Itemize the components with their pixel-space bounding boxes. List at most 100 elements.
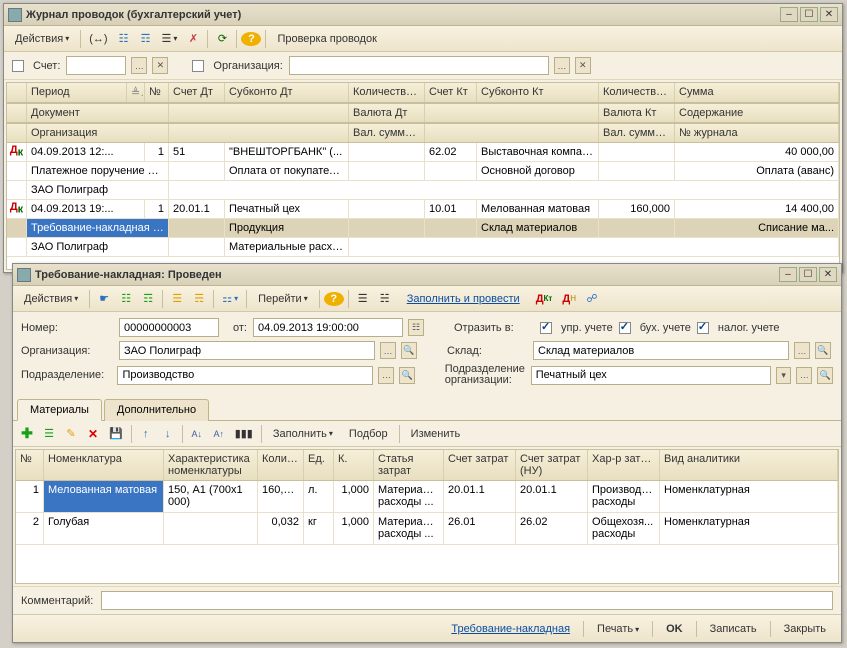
list-icon[interactable]: ☰ <box>353 289 373 309</box>
interval-button[interactable]: (↔) <box>85 29 111 49</box>
col-num[interactable]: № <box>16 450 44 480</box>
change-button[interactable]: Изменить <box>404 424 468 444</box>
warehouse-search-button[interactable]: 🔍 <box>815 342 831 359</box>
sort-desc-icon[interactable]: A↑ <box>209 424 229 444</box>
col-acc-kt[interactable]: Счет Кт <box>425 83 477 102</box>
fill-and-post-link[interactable]: Заполнить и провести <box>407 293 520 305</box>
col-content[interactable]: Содержание <box>675 104 839 122</box>
col-vsum-dt[interactable]: Вал. сумма ... <box>349 124 425 142</box>
ok-button[interactable]: OK <box>657 619 692 639</box>
account-select-button[interactable]: … <box>131 57 147 74</box>
comment-input[interactable] <box>101 591 833 610</box>
col-org[interactable]: Организация <box>27 124 169 142</box>
col-sub-dt[interactable]: Субконто Дт <box>225 83 349 102</box>
col-sum[interactable]: Сумма <box>675 83 839 102</box>
table-row[interactable]: Платежное поручение вхо... Оплата от пок… <box>7 162 839 181</box>
close-button[interactable]: ✕ <box>819 267 837 282</box>
sort-asc-icon[interactable]: A↓ <box>187 424 207 444</box>
tree-icon[interactable]: ☵ <box>375 289 395 309</box>
help-icon[interactable]: ? <box>241 32 261 46</box>
warehouse-select-button[interactable]: … <box>794 342 810 359</box>
account-input[interactable] <box>66 56 126 75</box>
account-checkbox[interactable] <box>12 60 24 72</box>
close-button[interactable]: Закрыть <box>775 619 835 639</box>
org-select-button[interactable]: … <box>380 342 396 359</box>
maximize-button[interactable]: ☐ <box>799 267 817 282</box>
col-qty-dt[interactable]: Количество ... <box>349 83 425 102</box>
dept-org-select-button[interactable]: … <box>796 367 812 384</box>
table-row[interactable]: ЗАО Полиграф Материальные расхо... <box>7 238 839 257</box>
dept-org-input[interactable]: Печатный цех <box>531 366 771 385</box>
table-row[interactable]: Требование-накладная 0... Продукция Скла… <box>7 219 839 238</box>
print-button[interactable]: Печать <box>588 619 648 639</box>
col-vsum-kt[interactable]: Вал. сумма ... <box>599 124 675 142</box>
fill-menu[interactable]: Заполнить <box>266 424 340 444</box>
col-k[interactable]: К. <box>334 450 374 480</box>
actions-menu[interactable]: Действия <box>8 29 76 49</box>
tax-checkbox[interactable] <box>697 322 709 334</box>
selection-icon[interactable]: ☰ <box>158 29 182 49</box>
journal-grid[interactable]: Период ≜ № Счет Дт Субконто Дт Количеств… <box>6 82 840 270</box>
post-close-icon[interactable]: ☶ <box>138 289 158 309</box>
filter-icon[interactable]: ☶ <box>136 29 156 49</box>
materials-grid[interactable]: № Номенклатура Характеристика номенклату… <box>15 449 839 584</box>
tab-extra[interactable]: Дополнительно <box>104 399 209 421</box>
dtkt-icon[interactable]: ДКт <box>532 289 557 309</box>
help-icon[interactable]: ? <box>324 292 344 306</box>
dept-input[interactable]: Производство <box>117 366 373 385</box>
table-row[interactable]: 1 Мелованная матовая 150, А1 (700х1 000)… <box>16 481 838 513</box>
account-clear-button[interactable]: ✕ <box>152 57 168 74</box>
col-article[interactable]: Статья затрат <box>374 450 444 480</box>
col-val-kt[interactable]: Валюта Кт <box>599 104 675 122</box>
goto-menu[interactable]: Перейти <box>251 289 315 309</box>
col-period[interactable]: Период <box>27 83 127 102</box>
actions-menu[interactable]: Действия <box>17 289 85 309</box>
clear-filter-icon[interactable]: ✗ <box>183 29 203 49</box>
col-kind[interactable]: Хар-р затрат <box>588 450 660 480</box>
col-analytic[interactable]: Вид аналитики <box>660 450 838 480</box>
mgmt-checkbox[interactable] <box>540 322 552 334</box>
delete-row-icon[interactable]: ✕ <box>83 424 103 444</box>
col-document[interactable]: Документ <box>27 104 169 122</box>
refresh-icon[interactable]: ⟳ <box>212 29 232 49</box>
org-input[interactable]: ЗАО Полиграф <box>119 341 375 360</box>
add-row-icon[interactable]: ✚ <box>17 424 37 444</box>
table-row[interactable]: Дк 04.09.2013 19:... 1 20.01.1 Печатный … <box>7 200 839 219</box>
warehouse-input[interactable]: Склад материалов <box>533 341 789 360</box>
col-sub-kt[interactable]: Субконто Кт <box>477 83 599 102</box>
move-up-icon[interactable]: ↑ <box>136 424 156 444</box>
col-val-dt[interactable]: Валюта Дт <box>349 104 425 122</box>
copy-row-icon[interactable]: ☰ <box>39 424 59 444</box>
movements-icon[interactable]: ☴ <box>189 289 209 309</box>
col-qty[interactable]: Колич... <box>258 450 304 480</box>
org-checkbox[interactable] <box>192 60 204 72</box>
number-input[interactable]: 00000000003 <box>119 318 219 337</box>
col-acc-nu[interactable]: Счет затрат (НУ) <box>516 450 588 480</box>
table-row[interactable]: 2 Голубая 0,032 кг 1,000 Материаль... ра… <box>16 513 838 545</box>
dept-org-drop-button[interactable]: ▾ <box>776 367 792 384</box>
save-button[interactable]: Записать <box>701 619 766 639</box>
sort-icon[interactable]: ≜ <box>127 83 145 102</box>
table-row[interactable]: ЗАО Полиграф <box>7 181 839 200</box>
doc-link[interactable]: Требование-накладная <box>442 619 579 639</box>
structure-icon[interactable]: ⚏ <box>218 289 242 309</box>
acct-checkbox[interactable] <box>619 322 631 334</box>
edit-row-icon[interactable]: ✎ <box>61 424 81 444</box>
date-input[interactable]: 04.09.2013 19:00:00 <box>253 318 403 337</box>
post-icon[interactable]: ☛ <box>94 289 114 309</box>
link-icon[interactable]: ☍ <box>582 289 602 309</box>
check-entries-button[interactable]: Проверка проводок <box>270 29 383 49</box>
col-njour[interactable]: № журнала <box>675 124 839 142</box>
col-num[interactable]: № <box>145 83 169 102</box>
close-button[interactable]: ✕ <box>820 7 838 22</box>
dept-org-search-button[interactable]: 🔍 <box>817 367 833 384</box>
col-qty-kt[interactable]: Количество ... <box>599 83 675 102</box>
minimize-button[interactable]: – <box>780 7 798 22</box>
org-select-button[interactable]: … <box>554 57 570 74</box>
move-down-icon[interactable]: ↓ <box>158 424 178 444</box>
org-search-button[interactable]: 🔍 <box>401 342 417 359</box>
dtkt-n-icon[interactable]: ДН <box>558 289 580 309</box>
select-button[interactable]: Подбор <box>342 424 395 444</box>
calendar-button[interactable]: ☷ <box>408 319 424 336</box>
col-nomen[interactable]: Номенклатура <box>44 450 164 480</box>
